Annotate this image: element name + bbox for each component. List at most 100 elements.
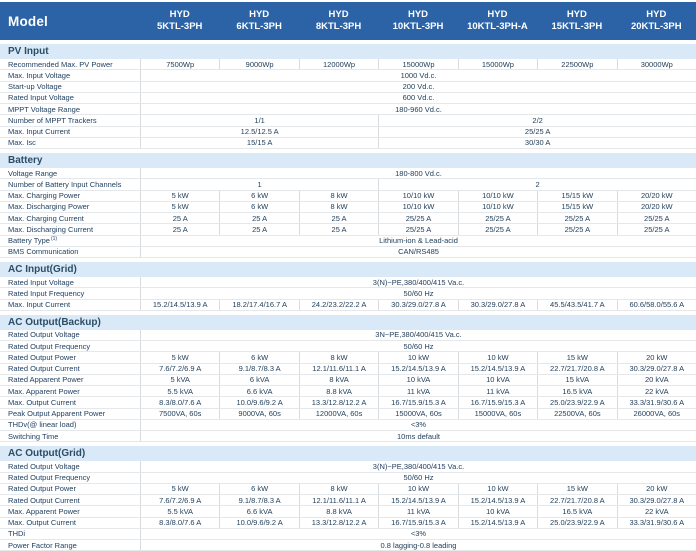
- spec-row-rated-input-voltage: Rated Input Voltage600 Vd.c.: [0, 93, 696, 104]
- spec-row-number-of-mppt-trackers: Number of MPPT Trackers1/12/2: [0, 115, 696, 126]
- row-label: Rated Output Voltage: [0, 461, 140, 471]
- section-title-ac-output-backup: AC Output(Backup): [0, 315, 696, 330]
- spec-value: 10 kVA: [458, 506, 537, 516]
- spec-value: 9.1/8.7/8.3 A: [219, 364, 298, 374]
- row-label: Max. Discharging Current: [0, 224, 140, 234]
- spec-value: 10 kVA: [378, 375, 457, 385]
- row-label: Battery Type(1): [0, 236, 140, 246]
- spec-row-rated-apparent-power: Rated Apparent Power5 kVA6 kVA8 kVA10 kV…: [0, 375, 696, 386]
- spec-row-thdi: THDi<3%: [0, 529, 696, 540]
- spec-value: 5.5 kVA: [140, 386, 219, 396]
- spec-value: 22 kVA: [617, 386, 696, 396]
- spec-value: 15000Wp: [458, 59, 537, 69]
- row-label: Rated Input Voltage: [0, 277, 140, 287]
- spec-value: 20 kW: [617, 352, 696, 362]
- model-brand: HYD: [458, 9, 537, 21]
- row-label: Rated Output Frequency: [0, 473, 140, 483]
- spec-value: 12.1/11.6/11.1 A: [299, 495, 378, 505]
- spec-row-mppt-voltage-range: MPPT Voltage Range180-960 Vd.c.: [0, 104, 696, 115]
- model-name: 10KTL-3PH: [378, 21, 457, 33]
- section-battery: BatteryVoltage Range180-800 Vd.c.Number …: [0, 153, 696, 258]
- spec-row-max-input-voltage: Max. Input Voltage1000 Vd.c.: [0, 70, 696, 81]
- spec-row-rated-output-power: Rated Output Power5 kW6 kW8 kW10 kW10 kW…: [0, 352, 696, 363]
- spec-value: 15.2/14.5/13.9 A: [140, 300, 219, 310]
- spec-row-max-input-current: Max. Input Current12.5/12.5 A25/25 A: [0, 127, 696, 138]
- row-label: THDv(@ linear load): [0, 420, 140, 430]
- column-header-5ktl-3ph: HYD5KTL-3PH: [140, 9, 219, 34]
- spec-value: 50/60 Hz: [140, 341, 696, 351]
- spec-value: 10/10 kW: [378, 191, 457, 201]
- spec-value: 25/25 A: [378, 213, 457, 223]
- spec-value: 16.7/15.9/15.3 A: [378, 518, 457, 528]
- spec-value: 30.3/29.0/27.8 A: [617, 364, 696, 374]
- spec-value: 9.1/8.7/8.3 A: [219, 495, 298, 505]
- spec-value: 5 kW: [140, 352, 219, 362]
- spec-row-max-charging-current: Max. Charging Current25 A25 A25 A25/25 A…: [0, 213, 696, 224]
- spec-value: 15/15 kW: [537, 202, 616, 212]
- model-brand: HYD: [140, 9, 219, 21]
- spec-value: 10.0/9.6/9.2 A: [219, 397, 298, 407]
- section-title-pv-input: PV Input: [0, 44, 696, 59]
- spec-value: 8 kVA: [299, 375, 378, 385]
- spec-value: 7500VA, 60s: [140, 409, 219, 419]
- spec-table: Model HYD5KTL-3PHHYD6KTL-3PHHYD8KTL-3PHH…: [0, 2, 696, 551]
- spec-value: 7.6/7.2/6.9 A: [140, 364, 219, 374]
- spec-value: 22500VA, 60s: [537, 409, 616, 419]
- column-header-20ktl-3ph: HYD20KTL-3PH: [617, 9, 696, 34]
- spec-value: 30.3/29.0/27.8 A: [378, 300, 457, 310]
- spec-value: 10/10 kW: [458, 202, 537, 212]
- spec-value: 9000VA, 60s: [219, 409, 298, 419]
- spec-row-rated-output-power: Rated Output Power5 kW6 kW8 kW10 kW10 kW…: [0, 484, 696, 495]
- model-name: 20KTL-3PH: [617, 21, 696, 33]
- spec-row-rated-output-voltage: Rated Output Voltage3(N)~PE,380/400/415 …: [0, 461, 696, 472]
- spec-row-power-factor-range: Power Factor Range0.8 lagging-0.8 leadin…: [0, 540, 696, 551]
- row-label: Power Factor Range: [0, 540, 140, 550]
- spec-value: <3%: [140, 529, 696, 539]
- spec-value: 25.0/23.9/22.9 A: [537, 397, 616, 407]
- spec-row-rated-output-voltage: Rated Output Voltage3N~PE,380/400/415 Va…: [0, 330, 696, 341]
- spec-value: 10 kW: [458, 352, 537, 362]
- spec-value: 0.8 lagging-0.8 leading: [140, 540, 696, 550]
- spec-value: 6 kW: [219, 352, 298, 362]
- spec-value: 600 Vd.c.: [140, 93, 696, 103]
- spec-value: 13.3/12.8/12.2 A: [299, 518, 378, 528]
- spec-value: 25 A: [299, 224, 378, 234]
- spec-row-switching-time: Switching Time10ms default: [0, 431, 696, 442]
- row-label: Rated Output Current: [0, 364, 140, 374]
- spec-value: 22 kVA: [617, 506, 696, 516]
- spec-value: 15 kVA: [537, 375, 616, 385]
- spec-value: 10 kW: [378, 352, 457, 362]
- spec-value: 16.7/15.9/15.3 A: [378, 397, 457, 407]
- spec-row-max-discharging-current: Max. Discharging Current25 A25 A25 A25/2…: [0, 224, 696, 235]
- column-header-8ktl-3ph: HYD8KTL-3PH: [299, 9, 378, 34]
- row-label: Max. Input Current: [0, 300, 140, 310]
- spec-value: 7.6/7.2/6.9 A: [140, 495, 219, 505]
- model-name: 5KTL-3PH: [140, 21, 219, 33]
- spec-value: 12000VA, 60s: [299, 409, 378, 419]
- spec-value: 9000Wp: [219, 59, 298, 69]
- spec-value: 8 kW: [299, 352, 378, 362]
- spec-row-rated-input-frequency: Rated Input Frequency50/60 Hz: [0, 288, 696, 299]
- model-brand: HYD: [537, 9, 616, 21]
- spec-row-max-input-current: Max. Input Current15.2/14.5/13.9 A18.2/1…: [0, 300, 696, 311]
- spec-value: 25/25 A: [378, 127, 696, 137]
- spec-value: 6 kW: [219, 202, 298, 212]
- row-label: Max. Input Current: [0, 127, 140, 137]
- spec-row-max-isc: Max. Isc15/15 A30/30 A: [0, 138, 696, 149]
- spec-value: 25/25 A: [537, 213, 616, 223]
- section-ac-output-grid: AC Output(Grid)Rated Output Voltage3(N)~…: [0, 446, 696, 551]
- spec-value: 1000 Vd.c.: [140, 70, 696, 80]
- spec-row-max-apparent-power: Max. Apparent Power5.5 kVA6.6 kVA8.8 kVA…: [0, 386, 696, 397]
- row-label: Max. Apparent Power: [0, 386, 140, 396]
- spec-value: 45.5/43.5/41.7 A: [537, 300, 616, 310]
- spec-value: <3%: [140, 420, 696, 430]
- section-title-ac-input-grid: AC Input(Grid): [0, 262, 696, 277]
- spec-value: 2: [378, 179, 696, 189]
- row-label: Max. Output Current: [0, 397, 140, 407]
- spec-row-max-discharging-power: Max. Discharging Power5 kW6 kW8 kW10/10 …: [0, 202, 696, 213]
- spec-sections: PV InputRecommended Max. PV Power7500Wp9…: [0, 44, 696, 551]
- spec-value: 16.5 kVA: [537, 506, 616, 516]
- model-header-cell: Model: [0, 14, 140, 29]
- spec-value: 33.3/31.9/30.6 A: [617, 518, 696, 528]
- spec-value: 16.5 kVA: [537, 386, 616, 396]
